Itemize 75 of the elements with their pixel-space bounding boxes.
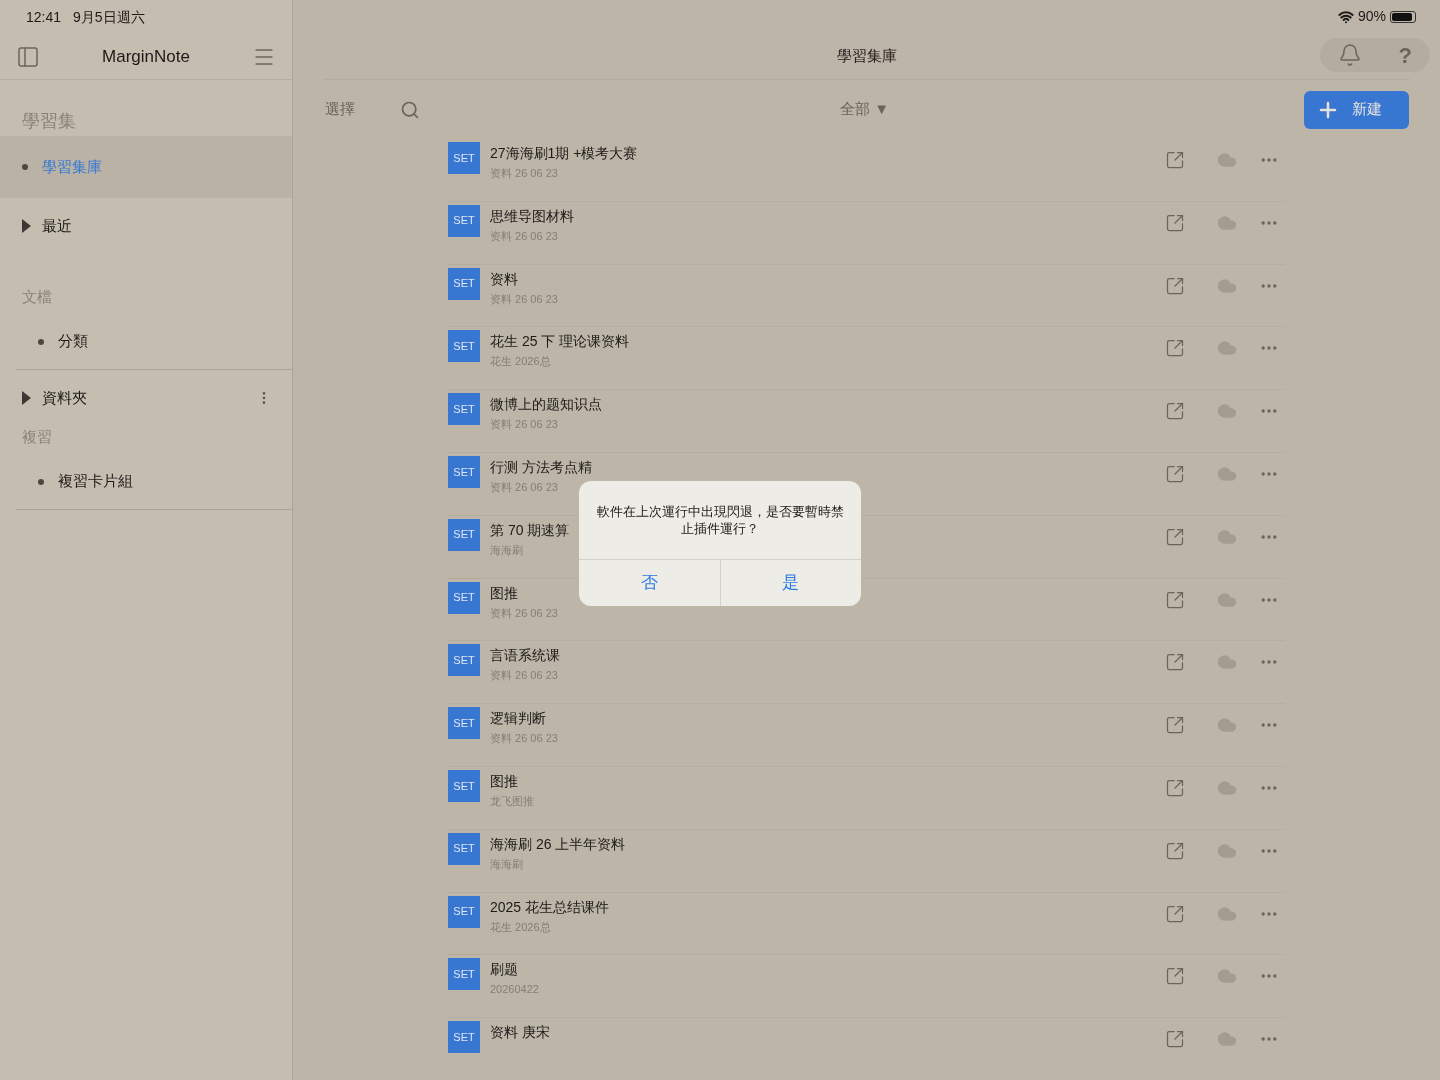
open-external-icon[interactable] — [1165, 275, 1185, 296]
alert-button[interactable]: 否 — [579, 560, 720, 606]
row-title: 刷题 — [490, 960, 518, 980]
set-badge: SET — [448, 895, 480, 928]
row-title: 言语系统课 — [490, 646, 560, 666]
status-date: 9月5日週六 — [73, 7, 145, 27]
set-badge: SET — [448, 267, 480, 300]
set-badge: SET — [448, 518, 480, 551]
row-title: 思维导图材料 — [490, 206, 574, 226]
status-time: 12:41 — [26, 7, 62, 27]
open-external-icon[interactable] — [1165, 903, 1185, 924]
set-badge: SET — [448, 644, 480, 677]
page-title: 學習集庫 — [836, 46, 897, 66]
wifi-icon — [1337, 8, 1354, 25]
app-title: MarginNote — [102, 45, 190, 68]
open-external-icon[interactable] — [1165, 463, 1185, 484]
section-heading: 學習集 — [21, 110, 77, 133]
alert-button[interactable]: 是 — [719, 560, 861, 606]
set-badge: SET — [448, 769, 480, 802]
section-heading: 複習 — [21, 427, 53, 447]
open-external-icon[interactable] — [1165, 212, 1185, 233]
row-title: 微博上的题知识点 — [490, 395, 602, 415]
row-title: 花生 25 下 理论课资料 — [490, 332, 630, 352]
open-external-icon[interactable] — [1165, 149, 1185, 170]
row-title: 资料 庚宋 — [490, 1023, 550, 1043]
row-title: 资料 — [490, 269, 518, 289]
sidebar-item[interactable]: 最近 — [0, 198, 292, 254]
row-title: 图推 — [490, 771, 518, 791]
set-badge: SET — [448, 1021, 480, 1054]
sidebar-item[interactable]: 學習集庫 — [0, 136, 292, 198]
alert-message: 軟件在上次運行中出現閃退，是否要暫時禁止插件運行？ — [579, 481, 861, 560]
open-external-icon[interactable] — [1165, 715, 1185, 736]
row-title: 海海刷 26 上半年资料 — [490, 834, 626, 854]
row-title: 逻辑判断 — [490, 709, 546, 729]
select-button[interactable]: 選擇 — [325, 98, 355, 121]
row-title: 第 70 期速算 — [490, 520, 570, 540]
open-external-icon[interactable] — [1165, 777, 1185, 798]
open-external-icon[interactable] — [1165, 652, 1185, 673]
bullet-icon — [22, 164, 28, 170]
row-title: 行测 方法考点精 — [490, 457, 592, 477]
set-badge: SET — [448, 330, 480, 363]
bullet-icon — [38, 338, 44, 345]
set-badge: SET — [448, 141, 480, 174]
open-external-icon[interactable] — [1165, 966, 1185, 987]
sidebar-item[interactable]: 複習卡片組 — [16, 454, 292, 510]
open-external-icon[interactable] — [1165, 338, 1185, 359]
set-badge: SET — [448, 204, 480, 237]
row-title: 27海海刷1期 +模考大赛 — [490, 143, 638, 163]
open-external-icon[interactable] — [1165, 526, 1185, 547]
set-badge: SET — [448, 455, 480, 488]
set-badge: SET — [448, 393, 480, 426]
expand-arrow-icon[interactable] — [22, 219, 31, 233]
battery-icon — [1390, 10, 1416, 23]
new-button[interactable]: 新建 — [1304, 90, 1409, 129]
sidebar-toggle-icon[interactable] — [16, 44, 40, 69]
filter-dropdown[interactable]: 全部 ▼ — [840, 98, 889, 121]
set-badge: SET — [448, 832, 480, 865]
set-badge: SET — [448, 581, 480, 614]
open-external-icon[interactable] — [1165, 401, 1185, 422]
set-badge: SET — [448, 958, 480, 991]
row-title: 图推 — [490, 583, 518, 603]
row-title: 2025 花生总结课件 — [490, 897, 610, 917]
notification-bell-icon[interactable] — [1338, 43, 1363, 68]
set-badge: SET — [448, 707, 480, 740]
battery-percent: 90% — [1357, 7, 1386, 27]
search-icon[interactable] — [400, 99, 420, 120]
open-external-icon[interactable] — [1165, 840, 1185, 861]
open-external-icon[interactable] — [1165, 589, 1185, 610]
expand-arrow-icon[interactable] — [22, 391, 31, 405]
open-external-icon[interactable] — [1165, 1029, 1185, 1050]
bullet-icon — [38, 478, 44, 485]
help-icon[interactable]: ? — [1398, 38, 1412, 72]
sidebar-item[interactable]: 分類 — [16, 314, 292, 370]
section-heading: 文檔 — [21, 287, 53, 307]
sidebar-item[interactable]: 資料夾 — [0, 370, 292, 426]
